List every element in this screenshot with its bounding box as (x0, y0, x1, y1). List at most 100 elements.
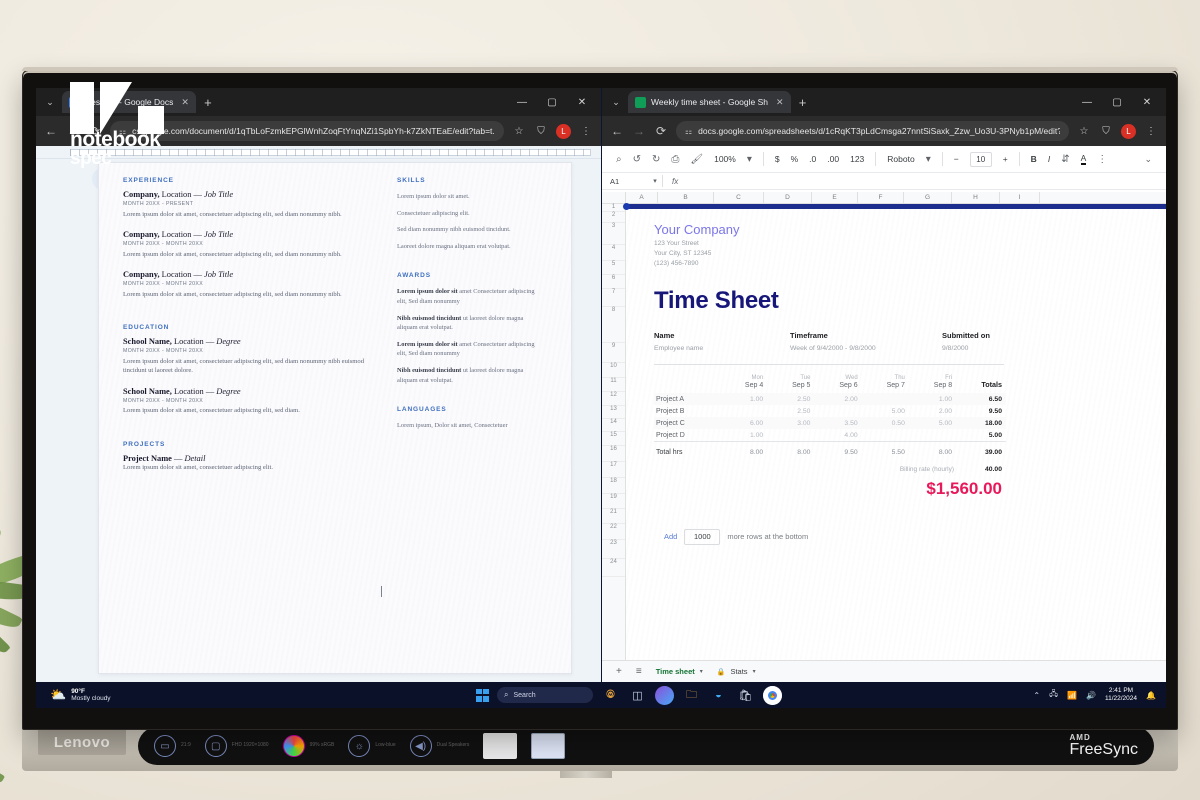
forward-button[interactable]: → (66, 124, 80, 138)
sheet-tab-time-sheet[interactable]: Time sheet ▾ (656, 667, 703, 676)
text-color-button[interactable]: A (1080, 153, 1087, 165)
system-tray[interactable]: ⌃ 🖧 📶 🔊 2:41 PM 11/22/2024 🔔 (1033, 687, 1156, 703)
chevron-down-icon[interactable]: ▾ (648, 177, 662, 185)
column-header-h[interactable]: H (952, 192, 1000, 203)
taskbar-center[interactable]: ⌕ Search 🞋 ◫ 🗀 ◒ 🛍 (476, 685, 782, 705)
cell[interactable]: 1.00 (722, 429, 769, 442)
search-icon[interactable]: ⌕ (616, 154, 622, 165)
bold-button[interactable]: B (1031, 154, 1037, 164)
row-header[interactable]: 7 (602, 289, 625, 307)
sheets-omnibox-bar[interactable]: ← → ⟳ ⚏ docs.google.com/spreadsheets/d/1… (602, 116, 1166, 146)
timesheet-table[interactable]: Mon Tue Wed Thu Fri Totals Sep 4 Sep 5 S… (654, 375, 1006, 459)
search-input[interactable]: ⌕ Search (497, 687, 593, 703)
clock[interactable]: 2:41 PM 11/22/2024 (1105, 687, 1137, 703)
document-page[interactable]: EXPERIENCE Company, Location — Job Title… (98, 162, 572, 674)
percent-format-button[interactable]: % (791, 154, 799, 164)
tab-search-chevron-icon[interactable]: ⌄ (606, 92, 626, 112)
profile-avatar[interactable]: L (1121, 123, 1136, 139)
column-header-e[interactable]: E (812, 192, 858, 203)
row-header[interactable]: 11 (602, 378, 625, 392)
site-settings-icon[interactable]: ⚏ (685, 127, 692, 136)
back-button[interactable]: ← (44, 124, 58, 138)
add-sheet-icon[interactable]: + (616, 666, 622, 677)
tray-chevron-icon[interactable]: ⌃ (1033, 691, 1040, 700)
maximize-button[interactable]: ▢ (1102, 89, 1132, 115)
column-header-g[interactable]: G (904, 192, 952, 203)
row-header[interactable]: 17 (602, 462, 625, 478)
cell[interactable] (863, 393, 911, 405)
column-header-f[interactable]: F (858, 192, 904, 203)
column-header-c[interactable]: C (714, 192, 764, 203)
cell[interactable]: 2.50 (769, 405, 816, 417)
cell[interactable] (911, 429, 958, 442)
docs-window-controls[interactable]: — ▢ ✕ (507, 89, 597, 115)
cell[interactable]: 0.50 (863, 417, 911, 429)
row-header[interactable]: 15 (602, 432, 625, 446)
row-header[interactable]: 23 (602, 540, 625, 559)
spreadsheet-grid[interactable]: A B C D E F G H I 1 2 3 4 5 6 7 8 9 10 1… (602, 192, 1166, 660)
more-options-icon[interactable]: ⋮ (1097, 154, 1107, 165)
zoom-level[interactable]: 100% (714, 154, 736, 164)
close-tab-icon[interactable]: ✕ (181, 97, 189, 108)
row-header[interactable]: 19 (602, 494, 625, 509)
font-family-selector[interactable]: Roboto (887, 154, 914, 164)
row-header[interactable]: 13 (602, 406, 625, 419)
table-row[interactable]: Project C 6.00 3.00 3.50 0.50 5.00 18.00 (654, 417, 1006, 429)
row-header[interactable]: 12 (602, 392, 625, 406)
cell[interactable] (864, 429, 911, 442)
chevron-down-icon[interactable]: ▾ (926, 154, 931, 165)
paint-format-icon[interactable]: 🖌 (690, 154, 703, 165)
chrome-menu-icon[interactable]: ⋮ (579, 126, 593, 137)
row-header[interactable]: 5 (602, 261, 625, 275)
table-row[interactable]: Project D 1.00 4.00 5.00 (654, 429, 1006, 442)
collapse-toolbar-icon[interactable]: ⌄ (1144, 154, 1152, 165)
row-header[interactable]: 4 (602, 245, 625, 261)
column-header-a[interactable]: A (626, 192, 658, 203)
meta-value[interactable]: Employee name (654, 345, 790, 352)
select-all-corner[interactable] (602, 192, 626, 203)
chevron-down-icon[interactable]: ▾ (747, 154, 752, 165)
minimize-button[interactable]: — (507, 89, 537, 115)
cell[interactable] (769, 429, 816, 442)
undo-icon[interactable]: ↺ (633, 154, 641, 165)
row-header[interactable]: 14 (602, 419, 625, 432)
file-explorer-icon[interactable]: 🗀 (682, 686, 701, 705)
browser-tab-sheets[interactable]: Weekly time sheet - Google Sh ✕ (628, 91, 791, 113)
row-header[interactable]: 16 (602, 446, 625, 462)
cell[interactable]: 2.00 (911, 405, 958, 417)
chrome-window-docs[interactable]: ⌄ Resume - Google Docs ✕ + — ▢ ✕ ← → ⟳ ⚏… (36, 88, 601, 682)
bookmark-star-icon[interactable]: ☆ (512, 126, 526, 137)
browser-tab-docs[interactable]: Resume - Google Docs ✕ (62, 91, 196, 113)
column-header-d[interactable]: D (764, 192, 812, 203)
cell[interactable] (722, 405, 769, 417)
maximize-button[interactable]: ▢ (537, 89, 567, 115)
new-tab-button[interactable]: + (198, 95, 218, 110)
bookmark-star-icon[interactable]: ☆ (1077, 126, 1091, 137)
table-row[interactable]: Project B 2.50 5.00 2.00 9.50 (654, 405, 1006, 417)
sheets-window-controls[interactable]: — ▢ ✕ (1072, 89, 1162, 115)
close-window-button[interactable]: ✕ (567, 89, 597, 115)
redo-icon[interactable]: ↻ (652, 154, 660, 165)
row-header[interactable]: 9 (602, 343, 625, 363)
decrease-decimal-button[interactable]: .0 (809, 154, 816, 164)
widgets-icon[interactable]: ◫ (628, 686, 647, 705)
docs-ruler[interactable] (36, 146, 601, 159)
task-view-icon[interactable]: 🞋 (601, 686, 620, 705)
row-header[interactable]: 8 (602, 307, 625, 343)
cell[interactable]: 3.00 (769, 417, 817, 429)
chrome-icon[interactable] (763, 685, 782, 705)
extensions-icon[interactable]: ⛉ (1099, 126, 1113, 137)
row-header[interactable]: 1 (602, 204, 625, 212)
minimize-button[interactable]: — (1072, 89, 1102, 115)
cell[interactable]: 3.50 (816, 417, 864, 429)
all-sheets-icon[interactable]: ≡ (636, 666, 642, 677)
network-icon[interactable]: 🖧 (1049, 688, 1058, 702)
meta-value[interactable]: Week of 9/4/2000 - 9/8/2000 (790, 345, 942, 352)
formula-bar[interactable]: A1 ▾ fx (602, 172, 1166, 190)
new-tab-button[interactable]: + (793, 95, 813, 110)
chevron-down-icon[interactable]: ▾ (700, 668, 703, 675)
print-icon[interactable]: ⎙ (671, 154, 679, 165)
row-headers[interactable]: 1 2 3 4 5 6 7 8 9 10 11 12 13 14 15 16 1… (602, 204, 626, 660)
cell[interactable]: 2.50 (769, 393, 817, 405)
chrome-menu-icon[interactable]: ⋮ (1144, 126, 1158, 137)
